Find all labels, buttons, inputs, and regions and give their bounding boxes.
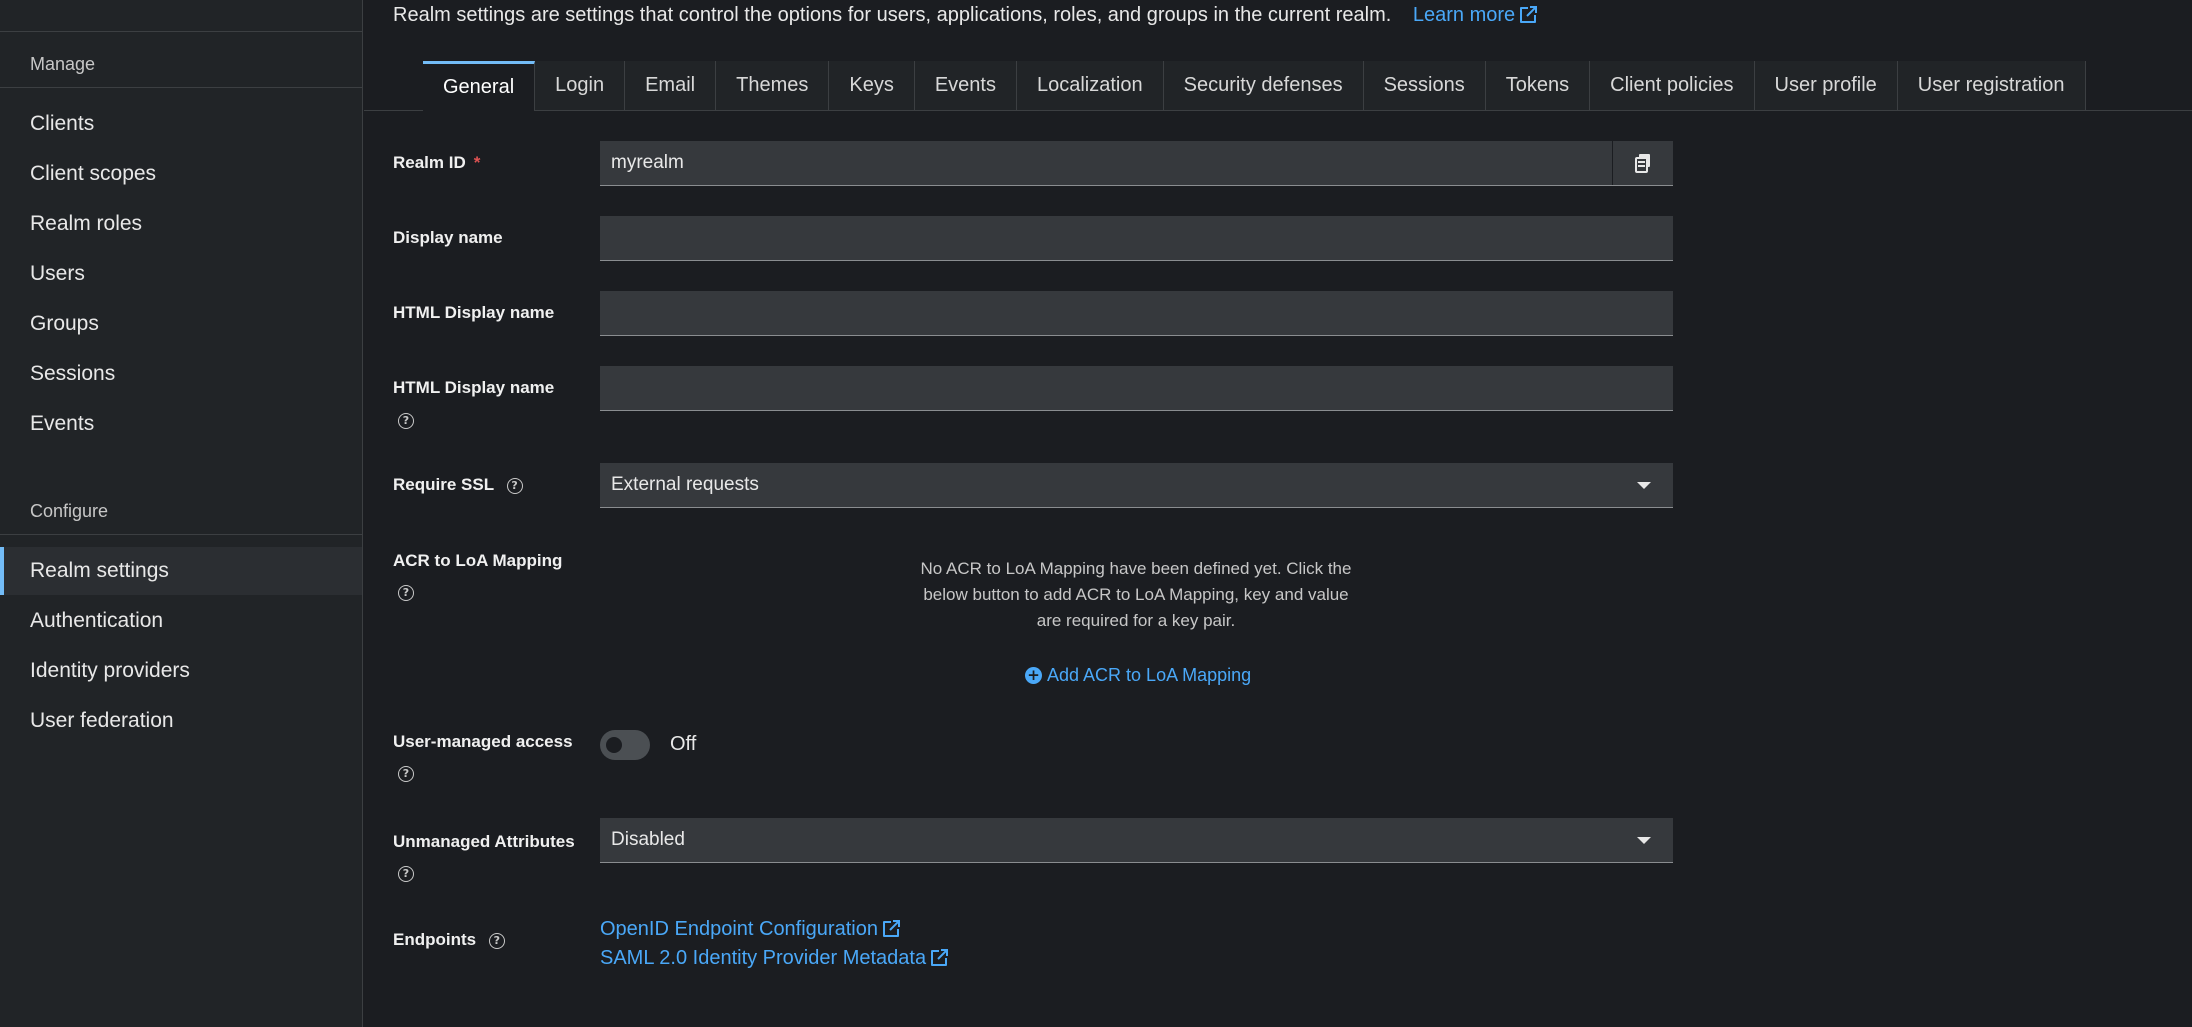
require-ssl-label-text: Require SSL: [393, 475, 494, 494]
sidebar-section-configure: Configure: [30, 501, 109, 521]
unmanaged-attributes-value: Disabled: [611, 829, 685, 850]
page-description: Realm settings are settings that control…: [393, 4, 1539, 27]
tab-login[interactable]: Login: [535, 61, 626, 111]
help-icon[interactable]: ?: [398, 866, 414, 882]
user-managed-access-label: User-managed access: [393, 732, 573, 751]
realm-id-label: Realm ID *: [393, 153, 480, 173]
acr-loa-empty-state: No ACR to LoA Mapping have been defined …: [920, 559, 1352, 630]
require-ssl-label: Require SSL ?: [393, 475, 523, 495]
display-name-input[interactable]: [600, 216, 1673, 261]
plus-circle-icon: +: [1025, 667, 1042, 684]
sidebar-item-realm-settings[interactable]: Realm settings: [0, 547, 362, 595]
tab-tokens[interactable]: Tokens: [1485, 61, 1591, 111]
tab-general[interactable]: General: [423, 61, 536, 111]
sidebar-item-sessions[interactable]: Sessions: [0, 350, 362, 398]
add-acr-loa-button[interactable]: + Add ACR to LoA Mapping: [1025, 665, 1251, 686]
tab-themes[interactable]: Themes: [716, 61, 830, 111]
help-icon[interactable]: ?: [398, 413, 414, 429]
sidebar-section-manage: Manage: [30, 54, 96, 74]
tab-client-policies[interactable]: Client policies: [1590, 61, 1755, 111]
copy-button[interactable]: [1612, 141, 1673, 185]
sidebar-item-groups[interactable]: Groups: [0, 300, 362, 348]
sidebar-divider: [0, 534, 362, 535]
help-icon[interactable]: ?: [488, 932, 505, 949]
openid-endpoint-link[interactable]: OpenID Endpoint Configuration: [600, 918, 902, 941]
tab-email[interactable]: Email: [625, 61, 717, 111]
tab-keys[interactable]: Keys: [829, 61, 915, 111]
display-name-label: Display name: [393, 228, 503, 247]
require-ssl-select[interactable]: External requests: [600, 463, 1673, 508]
tab-user-registration[interactable]: User registration: [1897, 61, 2086, 111]
saml-metadata-link[interactable]: SAML 2.0 Identity Provider Metadata: [600, 947, 950, 970]
tab-user-profile[interactable]: User profile: [1754, 61, 1898, 111]
endpoints-label: Endpoints ?: [393, 930, 505, 950]
copy-icon: [1635, 154, 1650, 173]
unmanaged-attributes-label: Unmanaged Attributes: [393, 832, 575, 851]
sidebar-item-events[interactable]: Events: [0, 400, 362, 448]
require-ssl-value: External requests: [611, 474, 759, 495]
tab-events[interactable]: Events: [914, 61, 1017, 111]
unmanaged-attributes-select[interactable]: Disabled: [600, 818, 1673, 863]
realm-id-label-text: Realm ID: [393, 153, 466, 172]
required-mark: *: [473, 153, 481, 172]
html-display-name-input[interactable]: [600, 291, 1673, 336]
help-icon[interactable]: ?: [398, 585, 414, 601]
sidebar-item-client-scopes[interactable]: Client scopes: [0, 150, 362, 198]
tab-bar: General Login Email Themes Keys Events L…: [423, 61, 2086, 111]
realm-id-field[interactable]: myrealm: [600, 141, 1673, 186]
caret-down-icon: [1637, 482, 1651, 489]
help-icon[interactable]: ?: [506, 477, 523, 494]
add-acr-loa-label: Add ACR to LoA Mapping: [1047, 665, 1252, 685]
user-managed-access-state: Off: [670, 733, 697, 755]
switch-knob: [606, 737, 622, 753]
main-content: Realm settings are settings that control…: [364, 0, 2192, 1027]
openid-endpoint-label: OpenID Endpoint Configuration: [600, 918, 878, 940]
external-link-icon: [882, 920, 900, 937]
caret-down-icon: [1637, 837, 1651, 844]
external-link-icon: [1520, 6, 1538, 23]
sidebar-divider: [0, 87, 362, 88]
tab-localization[interactable]: Localization: [1016, 61, 1164, 111]
html-display-name-theme-label: HTML Display name: [393, 378, 555, 397]
sidebar-item-realm-roles[interactable]: Realm roles: [0, 200, 362, 248]
html-display-name-theme-input[interactable]: [600, 366, 1673, 411]
sidebar-item-authentication[interactable]: Authentication: [0, 597, 362, 645]
html-display-name-label: HTML Display name: [393, 303, 555, 322]
realm-id-value: myrealm: [611, 152, 684, 173]
acr-loa-label: ACR to LoA Mapping: [393, 551, 563, 570]
user-managed-access-switch[interactable]: [600, 730, 650, 760]
tab-sessions[interactable]: Sessions: [1363, 61, 1486, 111]
help-icon[interactable]: ?: [398, 766, 414, 782]
intro-text: Realm settings are settings that control…: [393, 4, 1392, 26]
sidebar-item-user-federation[interactable]: User federation: [0, 697, 362, 745]
endpoints-label-text: Endpoints: [393, 930, 477, 949]
learn-more-link[interactable]: Learn more: [1413, 4, 1539, 26]
sidebar: Manage Clients Client scopes Realm roles…: [0, 0, 363, 1027]
learn-more-label: Learn more: [1412, 4, 1516, 26]
external-link-icon: [931, 949, 949, 966]
sidebar-divider: [0, 31, 362, 32]
tab-security-defenses[interactable]: Security defenses: [1163, 61, 1364, 111]
saml-metadata-label: SAML 2.0 Identity Provider Metadata: [600, 947, 927, 969]
sidebar-item-users[interactable]: Users: [0, 250, 362, 298]
sidebar-item-identity-providers[interactable]: Identity providers: [0, 647, 362, 695]
sidebar-item-clients[interactable]: Clients: [0, 100, 362, 148]
